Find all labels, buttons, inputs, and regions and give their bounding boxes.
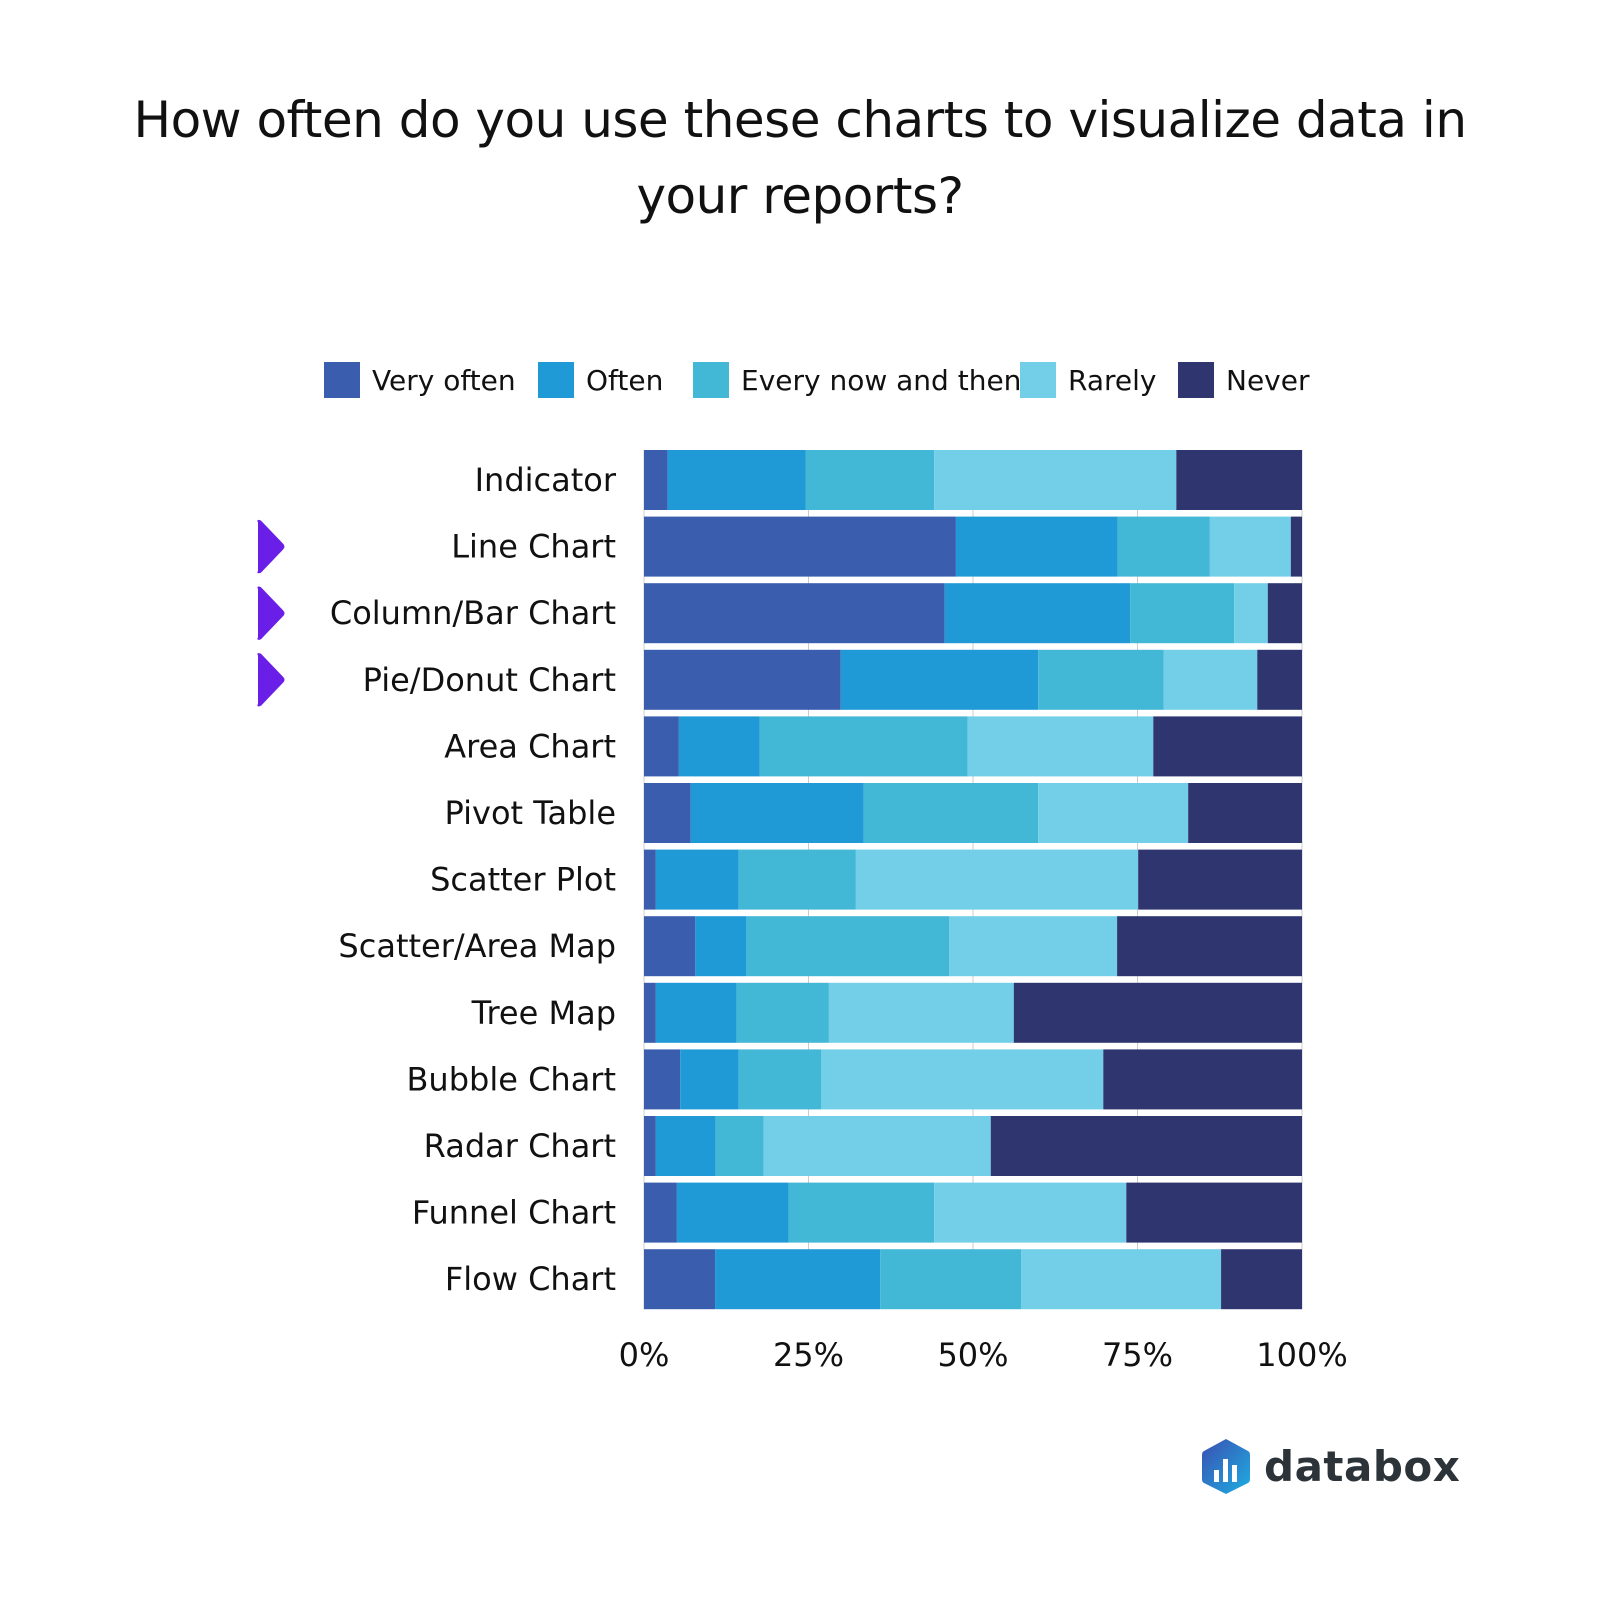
bar-segment[interactable] bbox=[763, 1116, 991, 1176]
bar-segment[interactable] bbox=[690, 783, 864, 843]
category-label: Scatter/Area Map bbox=[338, 927, 616, 965]
category-label: Funnel Chart bbox=[412, 1194, 616, 1232]
bar-segment[interactable] bbox=[644, 1049, 681, 1110]
category-label: Line Chart bbox=[451, 528, 616, 566]
bar-segment[interactable] bbox=[828, 982, 1014, 1043]
bar-segment[interactable] bbox=[805, 450, 935, 510]
x-tick-label: 50% bbox=[937, 1336, 1008, 1374]
bar-segment[interactable] bbox=[1234, 583, 1268, 644]
category-labels: Indicator Line Chart Column/Bar Chart Pie/D… bbox=[330, 461, 617, 1298]
bar-segment[interactable] bbox=[745, 916, 950, 977]
bar-segment[interactable] bbox=[1163, 649, 1258, 710]
x-axis-ticks: 0% 25% 50% 75% 100% bbox=[619, 1336, 1348, 1374]
bar-segment[interactable] bbox=[1221, 1249, 1302, 1310]
bar-segment[interactable] bbox=[949, 916, 1118, 977]
category-label: Pie/Donut Chart bbox=[363, 661, 616, 699]
bar-segment[interactable] bbox=[644, 1182, 677, 1243]
bar-segment[interactable] bbox=[738, 1049, 822, 1110]
bar-segment[interactable] bbox=[644, 716, 679, 777]
category-label: Tree Map bbox=[471, 994, 616, 1032]
highlight-arrow-icon bbox=[257, 519, 285, 574]
category-label: Pivot Table bbox=[445, 794, 616, 832]
category-label: Bubble Chart bbox=[406, 1060, 616, 1098]
bar-segment[interactable] bbox=[967, 716, 1154, 777]
highlight-markers bbox=[257, 519, 285, 707]
bar-segment[interactable] bbox=[955, 516, 1118, 577]
x-tick-label: 25% bbox=[773, 1336, 844, 1374]
bar-segment[interactable] bbox=[644, 583, 945, 644]
category-label: Column/Bar Chart bbox=[330, 594, 616, 632]
bar-segment[interactable] bbox=[644, 783, 691, 843]
bar-segment[interactable] bbox=[1267, 583, 1302, 644]
bar-segment[interactable] bbox=[1103, 1049, 1302, 1110]
bar-segment[interactable] bbox=[1209, 516, 1291, 577]
bar-segment[interactable] bbox=[1188, 783, 1302, 843]
bar-segment[interactable] bbox=[1126, 1182, 1302, 1243]
bar-segment[interactable] bbox=[1176, 450, 1302, 510]
databox-logo-text: databox bbox=[1264, 1441, 1461, 1491]
bar-segment[interactable] bbox=[863, 783, 1039, 843]
bar-segment[interactable] bbox=[788, 1182, 935, 1243]
bar-segment[interactable] bbox=[715, 1116, 764, 1176]
highlight-arrow-icon bbox=[257, 653, 285, 707]
bar-segment[interactable] bbox=[655, 849, 739, 910]
x-tick-label: 75% bbox=[1102, 1336, 1173, 1374]
databox-logo-icon bbox=[1202, 1439, 1250, 1494]
bar-segment[interactable] bbox=[644, 1116, 656, 1176]
bar-segment[interactable] bbox=[821, 1049, 1104, 1110]
bar-segment[interactable] bbox=[655, 1116, 716, 1176]
bar-segment[interactable] bbox=[1290, 516, 1302, 577]
bar-segment[interactable] bbox=[934, 1182, 1127, 1243]
bar-segment[interactable] bbox=[655, 982, 737, 1043]
bar-segment[interactable] bbox=[644, 916, 696, 977]
bar-segment[interactable] bbox=[676, 1182, 789, 1243]
highlight-arrow-icon bbox=[257, 586, 285, 640]
bar-segment[interactable] bbox=[1257, 649, 1302, 710]
bar-segment[interactable] bbox=[1138, 849, 1302, 910]
bar-segment[interactable] bbox=[680, 1049, 739, 1110]
bar-segment[interactable] bbox=[944, 583, 1131, 644]
bar-segment[interactable] bbox=[1021, 1249, 1222, 1310]
bar-segment[interactable] bbox=[759, 716, 968, 777]
bar-segment[interactable] bbox=[855, 849, 1139, 910]
bar-segment[interactable] bbox=[736, 982, 829, 1043]
x-tick-label: 0% bbox=[619, 1336, 670, 1374]
bar-segment[interactable] bbox=[1038, 649, 1164, 710]
category-label: Indicator bbox=[475, 461, 617, 499]
bar-segment[interactable] bbox=[644, 849, 656, 910]
bar-segment[interactable] bbox=[1038, 783, 1189, 843]
bar-segment[interactable] bbox=[644, 649, 841, 710]
bar-segment[interactable] bbox=[644, 450, 668, 510]
category-label: Flow Chart bbox=[445, 1260, 616, 1298]
bar-segment[interactable] bbox=[738, 849, 856, 910]
bar-segment[interactable] bbox=[1117, 916, 1302, 977]
bar-segment[interactable] bbox=[644, 1249, 716, 1310]
bar-segment[interactable] bbox=[695, 916, 746, 977]
bar-segment[interactable] bbox=[1130, 583, 1235, 644]
bar-segment[interactable] bbox=[644, 982, 656, 1043]
bar-segment[interactable] bbox=[1013, 982, 1302, 1043]
stacked-bar-chart: Indicator Line Chart Column/Bar Chart Pie/D… bbox=[257, 450, 1348, 1374]
x-tick-label: 100% bbox=[1256, 1336, 1347, 1374]
bar-segment[interactable] bbox=[644, 516, 956, 577]
databox-logo: databox bbox=[1200, 1437, 1460, 1495]
category-label: Scatter Plot bbox=[430, 861, 616, 899]
bar-segment[interactable] bbox=[880, 1249, 1022, 1310]
bar-segment[interactable] bbox=[990, 1116, 1302, 1176]
bar-segment[interactable] bbox=[667, 450, 806, 510]
bar-segment[interactable] bbox=[934, 450, 1177, 510]
bar-segment[interactable] bbox=[1153, 716, 1302, 777]
bar-segment[interactable] bbox=[1117, 516, 1210, 577]
bar-segment[interactable] bbox=[840, 649, 1039, 710]
category-label: Area Chart bbox=[444, 727, 616, 765]
category-label: Radar Chart bbox=[424, 1127, 616, 1165]
bar-segment[interactable] bbox=[678, 716, 760, 777]
bar-segment[interactable] bbox=[715, 1249, 881, 1310]
